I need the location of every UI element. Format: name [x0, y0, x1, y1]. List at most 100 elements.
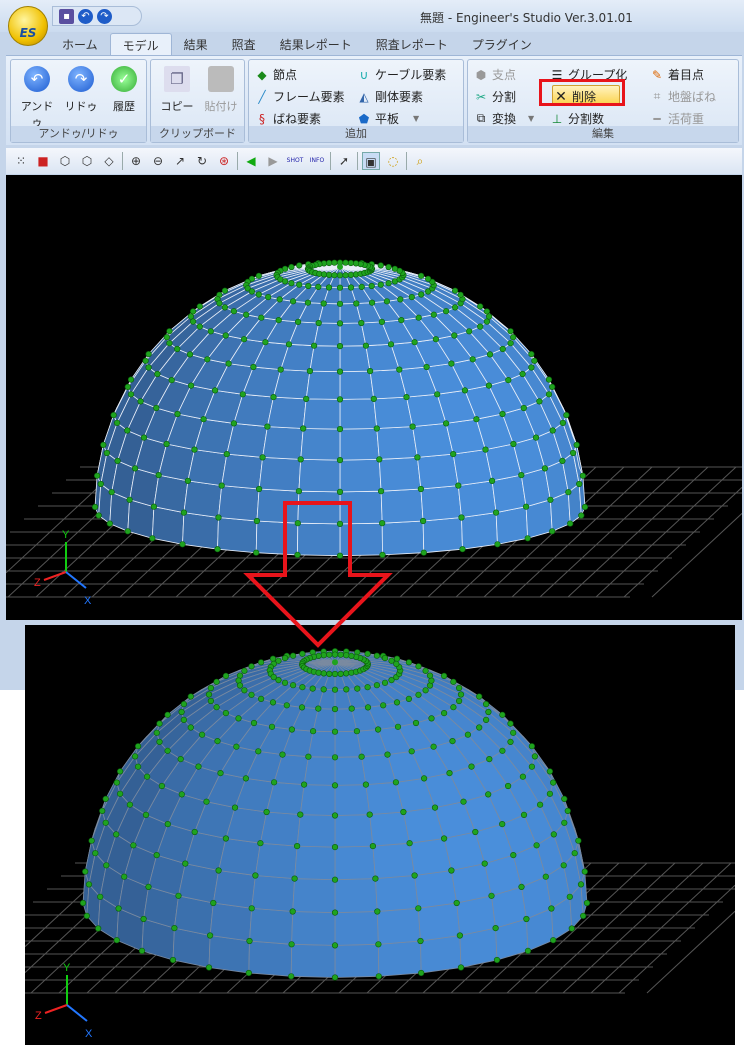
support-button[interactable]: ⬢ 支点 [474, 66, 516, 83]
divisions-button[interactable]: ⊥ 分割数 [550, 110, 604, 127]
ground-spring-icon: ⌗ [653, 89, 661, 103]
view-wireframe-icon[interactable]: ◇ [100, 152, 118, 170]
node-marker [155, 472, 162, 479]
node-marker [169, 956, 177, 964]
node-marker [336, 300, 344, 307]
node-marker [130, 842, 137, 849]
tab-results[interactable]: 結果 [172, 33, 220, 55]
tab-results-report[interactable]: 結果レポート [268, 33, 364, 55]
zoom-in-icon[interactable]: ⊕ [127, 152, 145, 170]
pointer-icon[interactable]: ➚ [335, 152, 353, 170]
forward-icon[interactable]: ▶ [264, 152, 282, 170]
undo-icon[interactable]: ↶ [78, 8, 93, 24]
node-marker [311, 342, 318, 349]
node-marker [178, 708, 185, 716]
split-button[interactable]: ✂ 分割 [474, 88, 516, 105]
node-marker [291, 875, 298, 882]
tab-home[interactable]: ホーム [50, 33, 110, 55]
tab-model[interactable]: モデル [109, 33, 172, 55]
dropdown-icon[interactable]: ▼ [413, 114, 419, 123]
node-marker [257, 840, 264, 847]
view-cube-front-icon[interactable]: ■ [34, 152, 52, 170]
node-marker [180, 509, 187, 516]
node-marker [207, 932, 214, 939]
viewport-before[interactable]: Y Z X [6, 175, 742, 620]
undo-button[interactable]: ↶ アンドゥ [17, 66, 57, 130]
node-marker [326, 271, 333, 278]
node-marker [93, 472, 101, 479]
node-marker [528, 743, 536, 750]
copy-button[interactable]: ❐ コピー [157, 66, 197, 114]
node-marker [205, 691, 213, 698]
shot-icon[interactable]: SHOT [286, 152, 304, 170]
node-marker [343, 652, 350, 659]
view-cube-top-icon[interactable]: ⬡ [56, 152, 74, 170]
node-marker [457, 291, 464, 298]
rotate-icon[interactable]: ↻ [193, 152, 211, 170]
node-marker [207, 684, 214, 692]
dome-plate-element [266, 396, 307, 429]
node-marker [223, 451, 230, 458]
redo-icon[interactable]: ↷ [97, 8, 112, 24]
node-marker [310, 728, 317, 735]
node-marker [394, 723, 402, 730]
center-icon[interactable]: ⊛ [215, 152, 233, 170]
node-marker [453, 899, 460, 907]
node-marker [88, 837, 95, 844]
lasso-select-icon[interactable]: ◌ [384, 152, 402, 170]
dropdown-icon[interactable]: ▼ [528, 114, 534, 123]
node-marker [430, 311, 437, 318]
application-menu-button[interactable]: ES [8, 6, 48, 46]
focus-point-button[interactable]: ✎ 着目点 [650, 66, 704, 83]
node-marker [415, 314, 422, 321]
history-button[interactable]: ✓ 履歴 [104, 66, 144, 114]
node-marker [505, 377, 512, 384]
spring-element-button[interactable]: § ばね要素 [255, 110, 321, 127]
node-marker [203, 798, 210, 805]
cable-element-button[interactable]: ∪ ケーブル要素 [357, 66, 447, 83]
node-marker [499, 711, 506, 718]
dome-plate-element [309, 345, 341, 373]
save-icon[interactable]: ▪ [59, 8, 74, 24]
ground-spring-button[interactable]: ⌗ 地盤ばね [650, 88, 716, 105]
node-marker [116, 768, 124, 775]
tab-check[interactable]: 照査 [220, 33, 268, 55]
select-all-icon[interactable]: ⁙ [12, 152, 30, 170]
dome-plate-element [372, 842, 416, 880]
node-marker [290, 682, 297, 689]
paste-button[interactable]: 貼付け [201, 66, 241, 114]
back-icon[interactable]: ◀ [242, 152, 260, 170]
viewport-after[interactable]: Y Z X [25, 625, 735, 1045]
node-marker [283, 702, 290, 709]
node-marker [103, 862, 110, 869]
box-select-icon[interactable]: ▣ [362, 152, 380, 170]
rigid-element-button[interactable]: ◭ 剛体要素 [357, 88, 423, 105]
tab-plugin[interactable]: プラグイン [460, 33, 544, 55]
node-marker [336, 284, 344, 291]
node-marker [472, 828, 479, 836]
node-marker [245, 969, 252, 977]
node-marker [158, 782, 165, 790]
node-marker [415, 691, 422, 698]
pan-icon[interactable]: ↗ [171, 152, 189, 170]
view-cube-side-icon[interactable]: ⬡ [78, 152, 96, 170]
plate-button[interactable]: ⬟ 平板 ▼ [357, 110, 419, 127]
zoom-out-icon[interactable]: ⊖ [149, 152, 167, 170]
transform-icon: ⧉ [476, 111, 486, 125]
search-icon[interactable]: ⌕ [411, 152, 429, 170]
live-load-button[interactable]: ━ 活荷重 [650, 110, 704, 127]
node-marker [583, 899, 591, 907]
redo-button[interactable]: ↷ リドゥ [61, 66, 101, 114]
info-icon[interactable]: INFO [308, 152, 326, 170]
dome-plate-element [339, 428, 380, 461]
frame-element-button[interactable]: ╱ フレーム要素 [255, 88, 344, 105]
dome-plate-element [258, 456, 302, 492]
dome-plate-element [334, 784, 371, 816]
tab-check-report[interactable]: 照査レポート [364, 33, 460, 55]
node-marker [415, 905, 422, 912]
transform-button[interactable]: ⧉ 変換 ▼ [474, 110, 534, 127]
node-marker [560, 862, 567, 869]
node-button[interactable]: ◆ 節点 [255, 66, 297, 83]
node-marker [154, 370, 161, 378]
node-marker [353, 728, 361, 735]
